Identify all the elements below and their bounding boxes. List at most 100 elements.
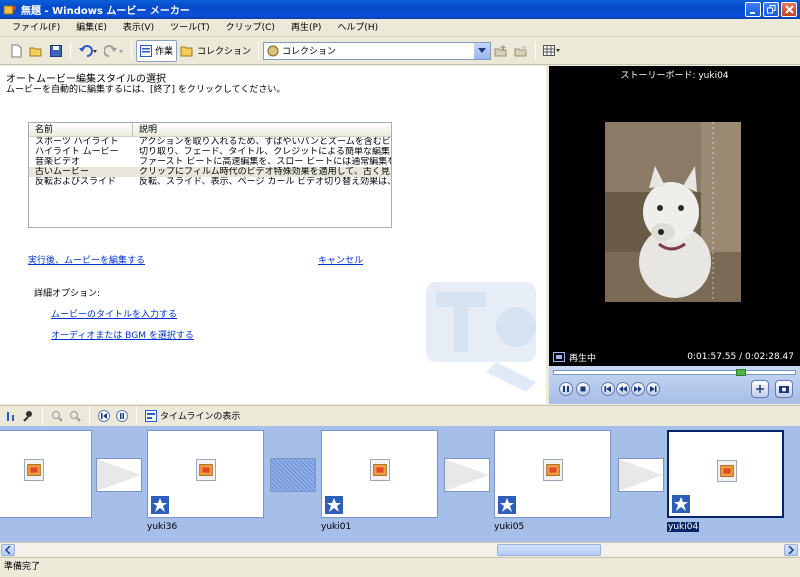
- skip-back-icon: [604, 386, 611, 392]
- advanced-options-label: 詳細オプション:: [34, 289, 101, 299]
- transition-slot[interactable]: [444, 458, 490, 492]
- enter-title-link[interactable]: ムービーのタイトルを入力する: [51, 307, 177, 320]
- up-one-level-button[interactable]: [491, 40, 511, 62]
- menu-help[interactable]: ヘルプ(H): [329, 19, 386, 37]
- new-collection-button[interactable]: [511, 40, 531, 62]
- collection-combo[interactable]: コレクション: [263, 41, 492, 60]
- video-clip-icon: [24, 459, 44, 481]
- close-button[interactable]: [781, 2, 797, 17]
- new-project-button[interactable]: [6, 40, 26, 62]
- show-timeline-button[interactable]: タイムラインの表示: [143, 408, 242, 424]
- seek-bar[interactable]: [553, 369, 796, 376]
- next-frame-button[interactable]: [631, 382, 645, 396]
- open-project-button[interactable]: [26, 40, 46, 62]
- storyboard-clip[interactable]: [494, 430, 611, 518]
- column-header-name[interactable]: 名前: [29, 123, 133, 136]
- preview-video-frame: [605, 122, 741, 302]
- star-icon: [674, 497, 688, 511]
- zoom-in-button[interactable]: [49, 408, 65, 424]
- menu-view[interactable]: 表示(V): [115, 19, 162, 37]
- previous-clip-button[interactable]: [601, 382, 615, 396]
- menu-tools[interactable]: ツール(T): [162, 19, 218, 37]
- list-item[interactable]: 音楽ビデオ ファースト ビートに高速編集を、スロー ビートには通常編集を使用..…: [29, 157, 391, 167]
- movie-maker-watermark-icon: [426, 282, 536, 392]
- frame-forward-icon: [634, 386, 642, 392]
- select-audio-link[interactable]: オーディオまたは BGM を選択する: [51, 328, 194, 341]
- clip-name: yuki05: [494, 522, 525, 532]
- menu-bar: ファイル(F) 編集(E) 表示(V) ツール(T) クリップ(C) 再生(P)…: [0, 19, 800, 37]
- pause-icon: [563, 386, 569, 392]
- frame-back-icon: [619, 386, 627, 392]
- video-effect-icon[interactable]: [150, 495, 170, 515]
- style-description: 切り取り、フェード、タイトル、クレジットによる簡単な編集: [139, 147, 391, 157]
- star-icon: [153, 498, 167, 512]
- redo-button[interactable]: [101, 40, 127, 62]
- tasks-button[interactable]: 作業: [136, 39, 178, 62]
- storyboard-scrollbar[interactable]: [0, 542, 800, 556]
- collections-button[interactable]: コレクション: [177, 40, 254, 62]
- views-button[interactable]: [540, 40, 564, 62]
- save-project-button[interactable]: [46, 40, 66, 62]
- list-item[interactable]: 反転およびスライド 反転、スライド、表示、ページ カール ビデオ切り替え効果は、…: [29, 177, 391, 187]
- video-effect-icon[interactable]: [324, 495, 344, 515]
- transition-arrow-icon: [619, 459, 663, 491]
- storyboard-clip[interactable]: [321, 430, 438, 518]
- tasks-label: 作業: [155, 47, 174, 57]
- zoom-in-icon: [52, 410, 63, 422]
- cancel-link[interactable]: キャンセル: [318, 253, 363, 266]
- scroll-right-button[interactable]: [784, 544, 798, 556]
- set-audio-levels-button[interactable]: [4, 408, 18, 424]
- storyboard-clip[interactable]: [147, 430, 264, 518]
- pause-button[interactable]: [559, 382, 573, 396]
- video-effect-icon[interactable]: [497, 495, 517, 515]
- close-icon: [784, 5, 794, 14]
- star-icon: [500, 498, 514, 512]
- scroll-left-button[interactable]: [1, 544, 15, 556]
- minimize-button[interactable]: [745, 2, 761, 17]
- transition-slot[interactable]: [618, 458, 664, 492]
- play-storyboard-button[interactable]: [114, 408, 130, 424]
- list-item[interactable]: スポーツ ハイライト アクションを取り入れるため、すばやいパンとズームを含むビデ…: [29, 137, 391, 147]
- menu-clip[interactable]: クリップ(C): [218, 19, 283, 37]
- chevron-right-icon: [788, 546, 794, 554]
- video-clip-icon: [717, 460, 737, 482]
- list-item-selected[interactable]: 古いムービー クリップにフィルム時代のビデオ特殊効果を適用して、古く見えるムー.…: [29, 167, 391, 177]
- take-picture-button[interactable]: [775, 380, 793, 398]
- column-header-description[interactable]: 説明: [133, 123, 157, 136]
- menu-play[interactable]: 再生(P): [283, 19, 329, 37]
- rewind-storyboard-button[interactable]: [96, 408, 112, 424]
- toolbar-separator: [258, 41, 260, 60]
- timeline-icon: [145, 409, 157, 422]
- undo-button[interactable]: [75, 40, 101, 62]
- previous-frame-button[interactable]: [616, 382, 630, 396]
- title-bar: 無題 - Windows ムービー メーカー: [0, 0, 800, 19]
- narrate-timeline-button[interactable]: [20, 408, 36, 424]
- run-and-edit-link[interactable]: 実行後、ムービーを編集する: [28, 253, 145, 266]
- list-header: 名前 説明: [29, 123, 391, 137]
- open-folder-icon: [29, 47, 42, 56]
- menu-file[interactable]: ファイル(F): [4, 19, 68, 37]
- stop-icon: [580, 386, 586, 392]
- next-clip-button[interactable]: [646, 382, 660, 396]
- stop-button[interactable]: [576, 382, 590, 396]
- seek-thumb[interactable]: [736, 369, 746, 376]
- transition-slot-with-effect[interactable]: [270, 458, 316, 492]
- collections-folder-icon: [180, 46, 193, 56]
- chevron-left-icon: [5, 546, 11, 554]
- scroll-thumb[interactable]: [497, 544, 601, 556]
- video-effect-icon[interactable]: [671, 494, 691, 514]
- combo-dropdown-button[interactable]: [474, 42, 491, 59]
- storyboard-clip[interactable]: [0, 430, 92, 518]
- maximize-button[interactable]: [763, 2, 779, 17]
- transition-slot[interactable]: [96, 458, 142, 492]
- storyboard-clip-selected[interactable]: [667, 430, 784, 518]
- split-clip-button[interactable]: [751, 380, 769, 398]
- list-item[interactable]: ハイライト ムービー 切り取り、フェード、タイトル、クレジットによる簡単な編集: [29, 147, 391, 157]
- zoom-out-button[interactable]: [67, 408, 83, 424]
- microphone-icon: [23, 410, 32, 422]
- style-description: ファースト ビートに高速編集を、スロー ビートには通常編集を使用...: [139, 157, 391, 167]
- window-controls: [745, 2, 797, 17]
- transition-arrow-icon: [445, 459, 489, 491]
- menu-edit[interactable]: 編集(E): [68, 19, 115, 37]
- automovie-style-list[interactable]: 名前 説明 スポーツ ハイライト アクションを取り入れるため、すばやいパンとズー…: [28, 122, 392, 228]
